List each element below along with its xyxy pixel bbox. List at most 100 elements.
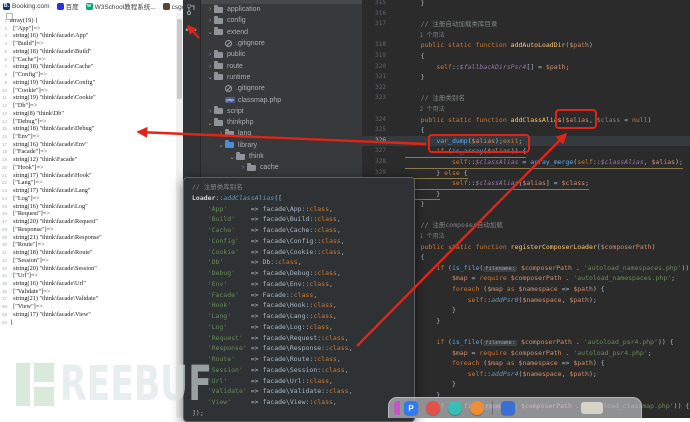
dock-app-magenta[interactable] — [394, 401, 400, 415]
dock-app-red[interactable] — [426, 401, 440, 415]
bookmark-label: csgo开... — [172, 1, 198, 11]
dock-app-orange[interactable] — [470, 401, 484, 415]
dock-app-teal[interactable] — [448, 401, 462, 415]
tree-label: runtime — [227, 74, 250, 81]
line-number: 324 — [362, 115, 386, 126]
tree-label: .gitignore — [236, 40, 265, 47]
output-line: 31 string(18) "think\facade\Route" — [0, 249, 176, 257]
tree-label: library — [238, 142, 257, 149]
var-dump-output: 1array(19) {2 ["App"]=>3 string(16) "thi… — [0, 17, 176, 326]
line-number: 326 — [362, 136, 386, 147]
tooltip-line: 'Cache' => facade\Cache::class, — [192, 225, 414, 236]
tree-row-extend[interactable]: ⌄ extend — [201, 27, 362, 38]
tree-row-cache[interactable]: › cache — [201, 162, 362, 173]
output-line: 27 string(20) "think\facade\Request" — [0, 218, 176, 226]
bookmark-item[interactable]: csgo开... — [163, 1, 198, 11]
bookmark-label: W3School教程系统... — [95, 1, 156, 11]
folder-icon — [214, 108, 223, 114]
usage-lens[interactable]: 2 个用法 — [362, 104, 690, 115]
bookmark-favicon: w — [86, 3, 93, 10]
tree-row-script[interactable]: › script — [201, 106, 362, 117]
tree-row-thinkphp[interactable]: ⌄thinkphp — [201, 117, 362, 128]
tree-label: application — [227, 6, 260, 13]
tooltip-line: 'Session' => facade\Session::class, — [192, 365, 414, 376]
param-name-hint: filename: — [483, 266, 517, 272]
chevron-icon[interactable]: › — [206, 6, 214, 13]
output-line: 35 string(16) "think\facade\Url" — [0, 280, 176, 288]
bookmark-item[interactable]: 百度 — [57, 1, 79, 11]
chevron-icon[interactable]: › — [206, 51, 214, 58]
chevron-icon[interactable]: › — [206, 108, 214, 115]
output-line: 21 string(17) "think\facade\Hook" — [0, 172, 176, 180]
usage-lens[interactable]: 1 个用法 — [362, 30, 690, 41]
output-line: 18 ["Facade"]=> — [0, 148, 176, 156]
tree-row--gitignore[interactable]: .gitignore — [201, 83, 362, 94]
line-number: 320 — [362, 62, 386, 73]
tree-row-application[interactable]: › application — [201, 4, 362, 15]
dock-app-doc[interactable] — [501, 401, 515, 415]
code-line: 316 — [362, 9, 690, 20]
code-line: 322 — [362, 83, 690, 94]
tree-label: cache — [260, 164, 279, 171]
tree-row-public[interactable]: ›public — [201, 49, 362, 60]
bookmark-item[interactable]: wW3School教程系统... — [86, 1, 156, 11]
tree-row-classmap-php[interactable]: phpclassmap.php — [201, 94, 362, 105]
tooltip-line: 'Cookie' => facade\Cookie::class, — [192, 247, 414, 258]
bookmark-item[interactable]: B.Booking.com — [3, 3, 50, 10]
tree-row-think[interactable]: ⌄think — [201, 151, 362, 162]
code-line: 325 { — [362, 125, 690, 136]
output-line: 33 string(20) "think\facade\Session" — [0, 265, 176, 273]
code-line: 324 public static function addClassAlias… — [362, 115, 690, 126]
scrollbar-thumb[interactable] — [177, 19, 182, 99]
tree-row--gitignore[interactable]: .gitignore — [201, 38, 362, 49]
line-number: 327 — [362, 146, 386, 157]
dock-app-pycharm[interactable]: P — [404, 401, 418, 415]
browser-scrollbar[interactable] — [176, 13, 183, 418]
output-line: 38 ["View"]=> — [0, 303, 176, 311]
output-line: 14 ["Debug"]=> — [0, 118, 176, 126]
bookmarks-bar: B.Booking.com百度wW3School教程系统...csgo开... — [0, 0, 183, 12]
output-line: 25 string(16) "think\facade\Log" — [0, 203, 176, 211]
output-line: 28 ["Response"]=> — [0, 226, 176, 234]
bookmark-favicon — [163, 3, 170, 10]
tree-row-config[interactable]: ›config — [201, 15, 362, 26]
folder-icon — [214, 29, 223, 35]
chevron-icon[interactable]: ⌄ — [206, 119, 214, 127]
tree-row-lang[interactable]: › lang — [201, 128, 362, 139]
tree-row-route[interactable]: ›route — [201, 60, 362, 71]
tree-label: lang — [238, 130, 251, 137]
more-options-icon[interactable]: ••• — [183, 25, 200, 35]
chevron-icon[interactable]: › — [206, 17, 214, 24]
output-line: 3 string(16) "think\facade\App" — [0, 32, 176, 40]
chevron-icon[interactable]: ⌄ — [217, 141, 225, 149]
output-line: 40} — [0, 319, 176, 327]
line-number: 316 — [362, 9, 386, 20]
output-line: 26 ["Request"]=> — [0, 210, 176, 218]
output-line: 34 ["Url"]=> — [0, 272, 176, 280]
tree-label: classmap.php — [238, 97, 281, 104]
tree-label: extend — [227, 29, 248, 36]
macos-dock[interactable]: P — [388, 397, 642, 418]
gitignore-icon — [225, 85, 232, 92]
output-line: 10 ["Cookie"]=> — [0, 87, 176, 95]
tree-row-runtime[interactable]: ⌄ runtime — [201, 72, 362, 83]
tooltip-line: 'View' => facade\View::class, — [192, 397, 414, 408]
chevron-icon[interactable]: ⌄ — [206, 73, 214, 81]
chevron-icon[interactable]: › — [239, 164, 247, 171]
chevron-icon[interactable]: ⌄ — [206, 28, 214, 36]
chevron-icon[interactable]: › — [217, 130, 225, 137]
output-line: 12 ["Db"]=> — [0, 102, 176, 110]
line-number: 322 — [362, 83, 386, 94]
code-line: 319 { — [362, 51, 690, 62]
tooltip-line: 'Validate' => facade\Validate::class, — [192, 386, 414, 397]
chevron-icon[interactable]: ⌄ — [228, 153, 236, 161]
dock-downloads-stack[interactable] — [581, 402, 603, 414]
folder-icon — [214, 18, 223, 24]
tree-label: script — [227, 108, 244, 115]
tree-row-library[interactable]: ⌄ library — [201, 140, 362, 151]
line-number: 317 — [362, 19, 386, 30]
tooltip-line: 'Route' => facade\Route::class, — [192, 354, 414, 365]
chevron-icon[interactable]: › — [206, 63, 214, 70]
folder-icon — [214, 63, 223, 69]
folder-icon — [247, 165, 256, 171]
